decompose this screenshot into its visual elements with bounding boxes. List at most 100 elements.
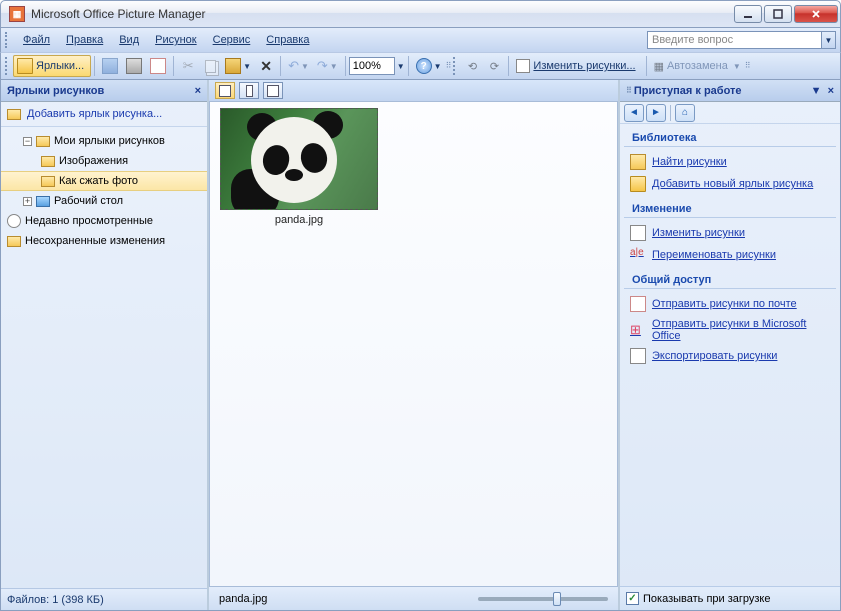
clock-icon [7,214,21,228]
collapse-icon[interactable]: − [23,137,32,146]
task-pane: ⠿ Приступая к работе ▼× ◄ ► ⌂ Библиотека… [618,80,840,610]
grip-icon: ⠿ [446,64,451,68]
sidebar-status: Файлов: 1 (398 КБ) [1,588,207,610]
link-edit-pictures[interactable]: Изменить рисунки [620,222,840,244]
zoom-dropdown-icon[interactable]: ▼ [397,62,405,71]
mail-button[interactable] [146,55,170,77]
close-icon[interactable]: × [828,85,834,97]
undo-button[interactable]: ↶▼ [284,55,313,77]
autofix-icon: ▦ [654,60,664,73]
taskpane-header: ⠿ Приступая к работе ▼× [620,80,840,102]
delete-icon: ✕ [260,58,272,75]
thumbnail-label: panda.jpg [220,210,378,226]
folder-icon [630,176,646,192]
thumbnail-icon [219,85,231,97]
zoom-input[interactable]: 100% [349,57,395,75]
section-edit: Изменение [624,197,836,218]
link-find-pictures[interactable]: Найти рисунки [620,151,840,173]
minimize-button[interactable] [734,5,762,23]
nav-back-button[interactable]: ◄ [624,104,644,122]
menu-help[interactable]: Справка [258,31,317,49]
dropdown-icon[interactable]: ▼ [811,85,822,97]
cut-button[interactable]: ✂ [177,55,199,77]
rotate-left-button[interactable]: ⟲ [461,55,483,77]
tree-images[interactable]: Изображения [1,151,207,171]
title-bar: ▦ Microsoft Office Picture Manager [0,0,841,28]
tree-my-shortcuts[interactable]: −Мои ярлыки рисунков [1,131,207,151]
copy-icon [205,60,216,73]
section-library: Библиотека [624,126,836,147]
menu-bar: Файл Правка Вид Рисунок Сервис Справка В… [0,28,841,52]
section-share: Общий доступ [624,268,836,289]
nav-forward-button[interactable]: ► [646,104,666,122]
link-add-shortcut[interactable]: Добавить новый ярлык рисунка [620,173,840,195]
rename-icon: a|e [630,247,646,263]
sidebar-title: Ярлыки рисунков [7,85,104,97]
folder-icon [7,109,21,120]
thumbnail-view-button[interactable] [215,82,235,99]
tree-recent[interactable]: Недавно просмотренные [1,211,207,231]
search-icon [630,154,646,170]
single-icon [267,85,279,97]
shortcuts-button[interactable]: Ярлыки... [13,55,91,77]
nav-home-button[interactable]: ⌂ [675,104,695,122]
slider-thumb[interactable] [553,592,561,606]
link-export[interactable]: Экспортировать рисунки [620,345,840,367]
filmstrip-view-button[interactable] [239,82,259,99]
copy-button[interactable] [199,55,221,77]
close-button[interactable] [794,5,838,23]
mail-icon [630,296,646,312]
expand-icon[interactable]: + [23,197,32,206]
show-on-load-label: Показывать при загрузке [643,593,770,605]
autofix-button[interactable]: ▦Автозамена▼ [650,55,745,77]
redo-icon: ↷ [317,58,328,74]
link-send-office[interactable]: ⊞Отправить рисунки в Microsoft Office [620,315,840,345]
save-icon [102,58,118,74]
sidebar: Ярлыки рисунков × Добавить ярлык рисунка… [1,80,209,610]
add-shortcut-link[interactable]: Добавить ярлык рисунка... [1,102,207,127]
folder-icon [41,156,55,167]
menu-tools[interactable]: Сервис [205,31,259,49]
menu-view[interactable]: Вид [111,31,147,49]
tree-unsaved[interactable]: Несохраненные изменения [1,231,207,251]
office-icon: ⊞ [630,322,646,338]
link-rename-pictures[interactable]: a|eПереименовать рисунки [620,244,840,266]
filmstrip-icon [246,85,253,97]
mail-icon [150,58,166,74]
grip-icon [5,32,11,48]
help-button[interactable]: ?▼ [412,55,446,77]
zoom-slider[interactable] [478,597,608,601]
toolbar: Ярлыки... ✂ ▼ ✕ ↶▼ ↷▼ 100%▼ ?▼ ⠿ ⟲ ⟳ Изм… [0,52,841,80]
picture-canvas[interactable]: panda.jpg [209,102,618,586]
help-search-input[interactable]: Введите вопрос [647,31,822,49]
print-button[interactable] [122,55,146,77]
menu-file[interactable]: Файл [15,31,58,49]
grip-icon: ⠿ [626,89,631,93]
sidebar-header: Ярлыки рисунков × [1,80,207,102]
close-icon[interactable]: × [195,85,201,97]
tree-howto[interactable]: Как сжать фото [1,171,207,191]
edit-pictures-button[interactable]: Изменить рисунки... [512,55,642,77]
desktop-icon [36,196,50,207]
folder-icon [41,176,55,187]
single-view-button[interactable] [263,82,283,99]
maximize-button[interactable] [764,5,792,23]
print-icon [126,58,142,74]
link-send-mail[interactable]: Отправить рисунки по почте [620,293,840,315]
delete-button[interactable]: ✕ [255,55,277,77]
folder-icon [7,236,21,247]
rotate-left-icon: ⟲ [468,60,477,73]
show-on-load-checkbox[interactable]: ✓ [626,592,639,605]
redo-button[interactable]: ↷▼ [313,55,342,77]
paste-button[interactable]: ▼ [221,55,255,77]
menu-edit[interactable]: Правка [58,31,111,49]
thumbnail-item[interactable]: panda.jpg [220,108,378,226]
help-dropdown-icon[interactable]: ▼ [822,31,836,49]
menu-picture[interactable]: Рисунок [147,31,205,49]
thumbnail-image [220,108,378,210]
tree-desktop[interactable]: +Рабочий стол [1,191,207,211]
export-icon [630,348,646,364]
rotate-right-button[interactable]: ⟳ [483,55,505,77]
undo-icon: ↶ [288,58,299,74]
save-button[interactable] [98,55,122,77]
